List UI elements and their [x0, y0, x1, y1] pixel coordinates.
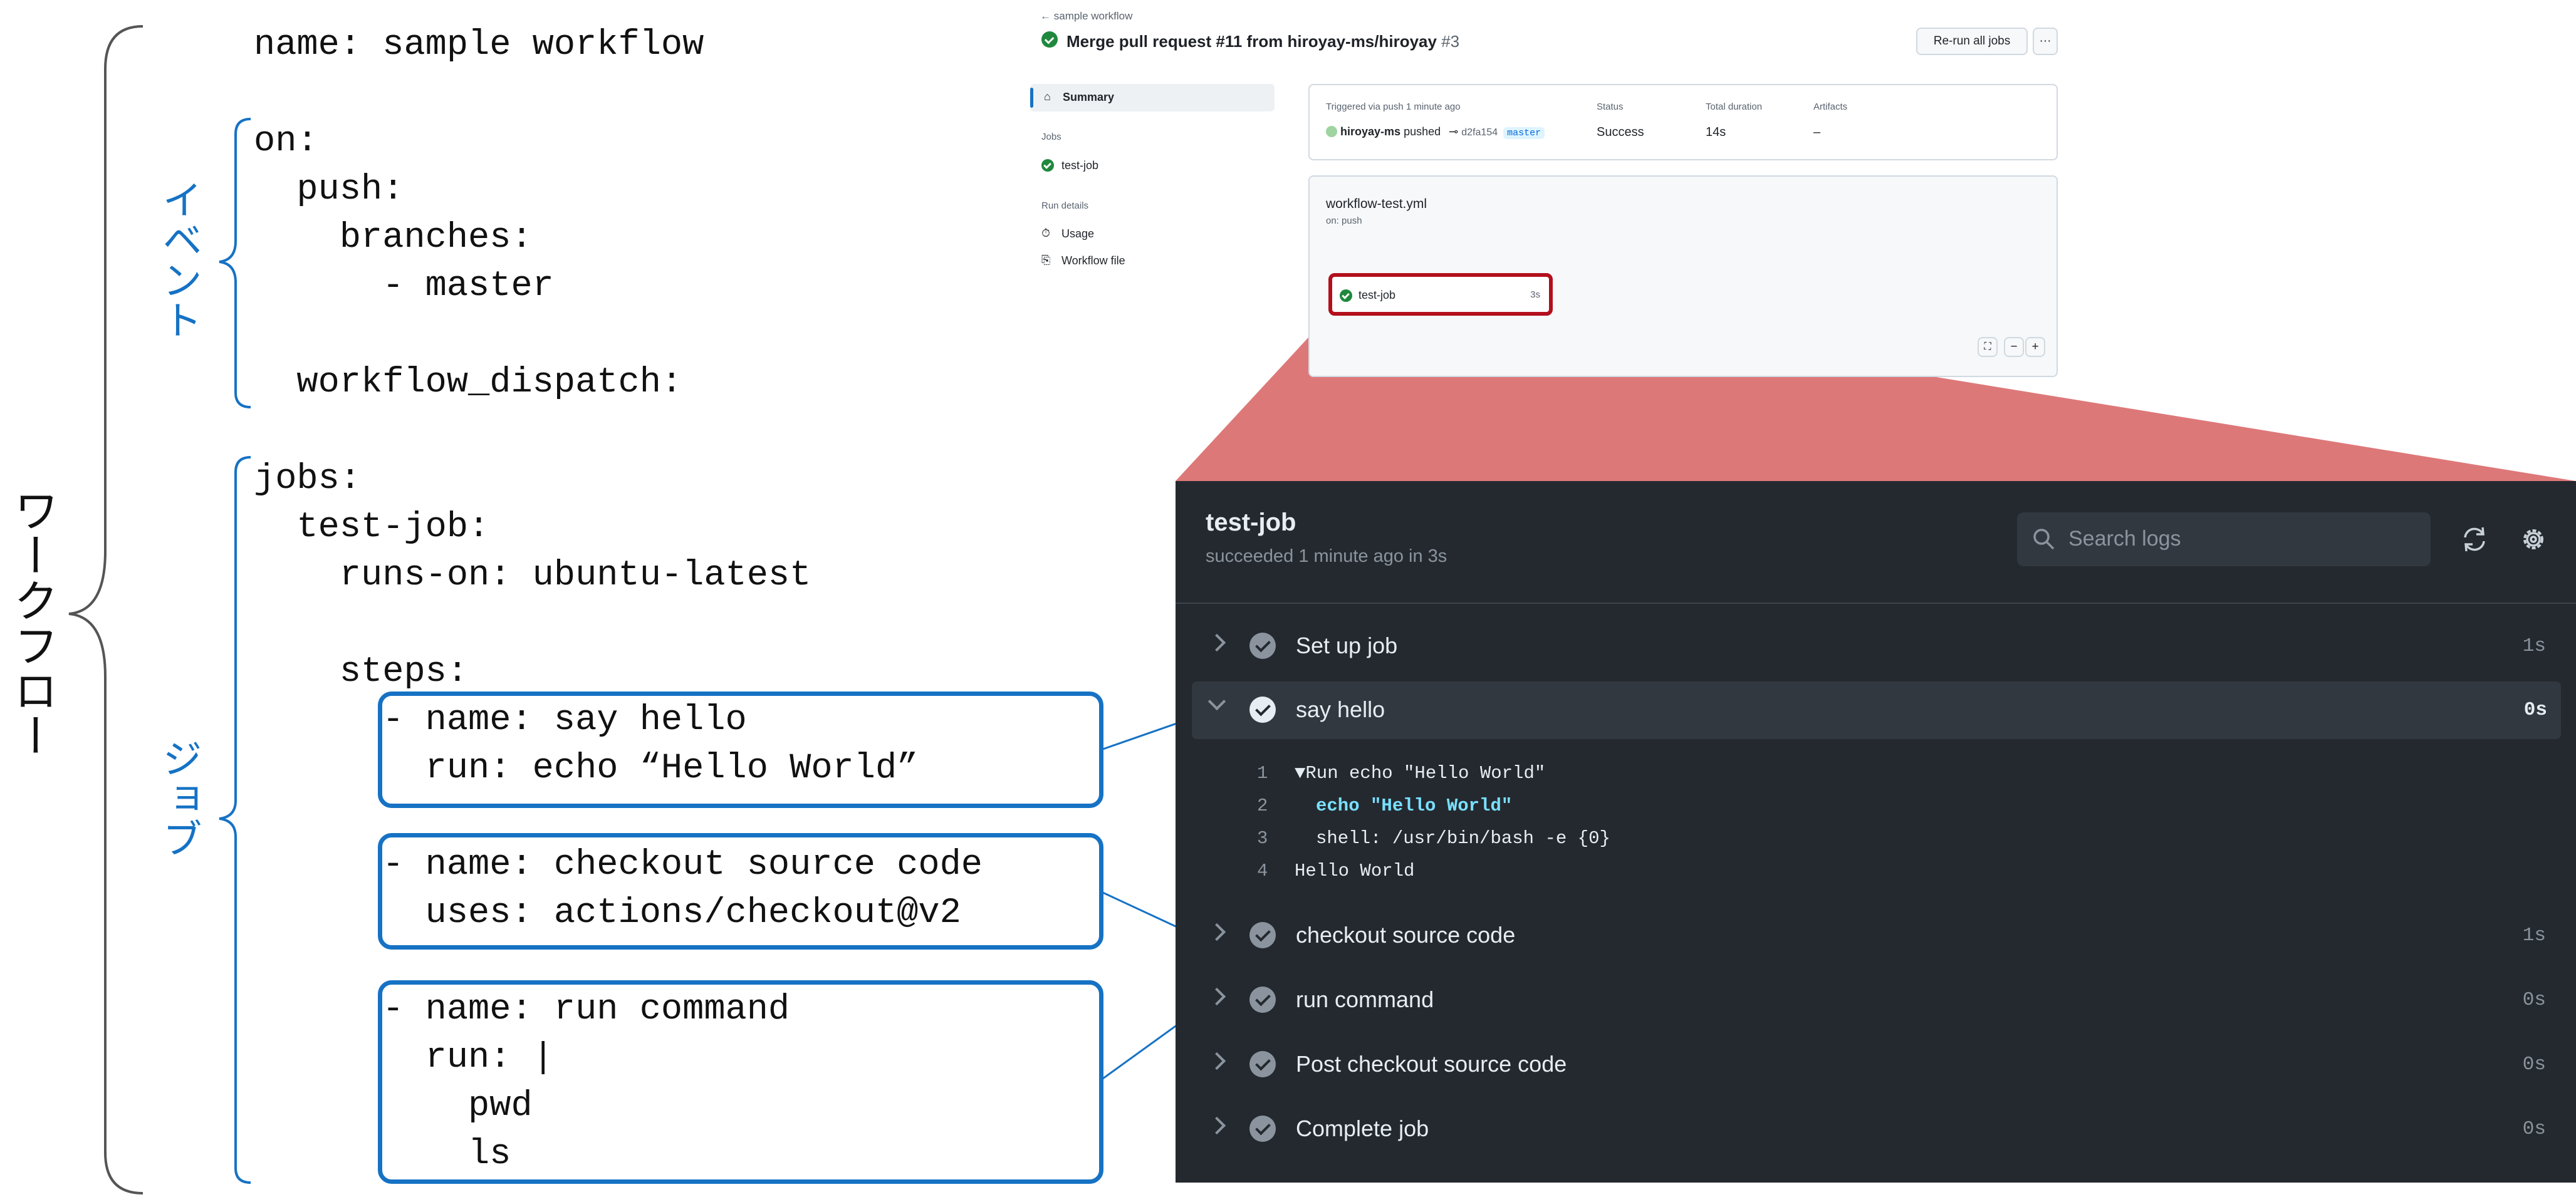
success-icon	[1041, 31, 1058, 48]
yaml-line: jobs:	[254, 459, 362, 499]
yaml-line: test-job:	[254, 507, 490, 547]
log-line[interactable]: shell: /usr/bin/bash -e {0}	[1316, 828, 1610, 849]
yaml-line: run: echo “Hello World”	[254, 749, 919, 789]
yaml-line: - name: run command	[254, 990, 790, 1030]
back-link[interactable]: ← sample workflow	[1040, 10, 1132, 23]
sidebar-item-workflow-file[interactable]: Workflow file	[1061, 254, 1125, 267]
commit-icon: ⊸	[1449, 125, 1459, 138]
yaml-line: steps:	[254, 652, 469, 692]
job-success-icon	[1340, 289, 1352, 302]
log-line-number: 3	[1257, 828, 1268, 849]
zoom-out-button[interactable]: −	[2004, 337, 2024, 357]
yaml-line: - name: say hello	[254, 700, 747, 740]
yaml-code: name: sample workflow on: push: branches…	[0, 0, 1178, 1202]
fullscreen-button[interactable]: ⛶	[1978, 337, 1998, 357]
job-log-panel: test-job succeeded 1 minute ago in 3s Se…	[1176, 481, 2576, 1183]
commit-link[interactable]: d2fa154	[1461, 127, 1498, 138]
log-step-post-checkout[interactable]: Post checkout source code 0s	[1176, 1036, 2576, 1094]
avatar	[1326, 126, 1337, 137]
check-circle-icon	[1249, 633, 1276, 659]
chevron-right-icon	[1207, 633, 1226, 652]
duration-label: Total duration	[1706, 101, 1763, 112]
graph-job-node[interactable]: test-job 3s	[1328, 273, 1553, 316]
log-line-number: 4	[1257, 861, 1268, 881]
yaml-line: branches:	[254, 218, 533, 258]
jobs-heading: Jobs	[1041, 132, 1061, 142]
yaml-line: runs-on: ubuntu-latest	[254, 556, 811, 596]
log-step-say-hello[interactable]: say hello 0s	[1192, 681, 2561, 739]
job-title: test-job	[1206, 509, 1296, 536]
rerun-all-jobs-button[interactable]: Re-run all jobs	[1916, 28, 2028, 55]
search-icon	[2033, 529, 2055, 550]
yaml-line: name: sample workflow	[254, 25, 704, 65]
run-title: Merge pull request #11 from hiroyay-ms/h…	[1066, 32, 1460, 51]
chevron-down-icon	[1207, 692, 1226, 711]
workflow-graph-card: workflow-test.yml on: push test-job 3s ⛶…	[1308, 175, 2058, 377]
artifacts-label: Artifacts	[1813, 101, 1848, 112]
chevron-right-icon	[1207, 1052, 1226, 1070]
yaml-line: run: |	[254, 1038, 554, 1078]
artifacts-value: –	[1813, 125, 1821, 139]
yaml-line: on:	[254, 122, 318, 162]
yaml-line: workflow_dispatch:	[254, 363, 683, 403]
yaml-line: ls	[254, 1134, 511, 1174]
yaml-line: pwd	[254, 1086, 533, 1126]
log-line-number: 2	[1257, 795, 1268, 816]
arrow-left-icon: ←	[1040, 10, 1054, 22]
yaml-line: - master	[254, 266, 554, 306]
file-icon: ⎘	[1041, 254, 1051, 266]
search-logs-input[interactable]: Search logs	[2017, 512, 2431, 566]
run-number: #3	[1441, 32, 1460, 51]
more-options-button[interactable]: ···	[2033, 28, 2058, 55]
push-info: hiroyay-ms pushed ⊸ d2fa154 master	[1326, 125, 1545, 139]
actor-link[interactable]: hiroyay-ms	[1340, 125, 1400, 138]
sidebar-item-summary[interactable]: ⌂ Summary	[1030, 84, 1275, 111]
workflow-file-name: workflow-test.yml	[1326, 197, 1427, 211]
log-line-number: 1	[1257, 763, 1268, 784]
refresh-icon[interactable]	[2460, 525, 2489, 554]
gear-icon[interactable]	[2519, 525, 2548, 554]
workflow-trigger: on: push	[1326, 215, 1362, 226]
trigger-label: Triggered via push 1 minute ago	[1326, 101, 1461, 112]
zoom-in-button[interactable]: +	[2025, 337, 2045, 357]
home-icon: ⌂	[1044, 90, 1051, 103]
run-info-card: Triggered via push 1 minute ago hiroyay-…	[1308, 84, 2058, 160]
job-status: succeeded 1 minute ago in 3s	[1206, 546, 1447, 566]
log-line[interactable]: Hello World	[1295, 861, 1414, 881]
sidebar-item-test-job[interactable]: test-job	[1061, 159, 1098, 172]
check-circle-icon	[1249, 987, 1276, 1013]
header-divider	[1176, 603, 2576, 604]
check-circle-icon	[1249, 922, 1276, 948]
duration-value: 14s	[1706, 125, 1726, 139]
check-circle-icon	[1249, 697, 1276, 723]
yaml-line: uses: actions/checkout@v2	[254, 893, 961, 933]
branch-badge[interactable]: master	[1503, 127, 1545, 139]
check-circle-icon	[1249, 1116, 1276, 1142]
status-label: Status	[1597, 101, 1624, 112]
yaml-line: push:	[254, 170, 404, 210]
chevron-right-icon	[1207, 987, 1226, 1006]
chevron-right-icon	[1207, 923, 1226, 941]
run-details-heading: Run details	[1041, 200, 1089, 211]
status-value: Success	[1597, 125, 1644, 139]
log-step-checkout-source-code[interactable]: checkout source code 1s	[1176, 907, 2576, 965]
log-step-set-up-job[interactable]: Set up job 1s	[1176, 618, 2576, 675]
graph-job-duration: 3s	[1530, 289, 1540, 300]
log-step-complete-job[interactable]: Complete job 0s	[1176, 1101, 2576, 1158]
sidebar-item-usage[interactable]: Usage	[1061, 227, 1094, 241]
check-circle-icon	[1249, 1051, 1276, 1077]
stopwatch-icon: ⏱	[1041, 227, 1051, 239]
job-success-icon	[1041, 159, 1054, 172]
yaml-line: - name: checkout source code	[254, 845, 983, 885]
run-summary-page: ← sample workflow Merge pull request #11…	[1021, 0, 2074, 401]
chevron-right-icon	[1207, 1116, 1226, 1135]
log-step-run-command[interactable]: run command 0s	[1176, 971, 2576, 1029]
log-line[interactable]: echo "Hello World"	[1316, 795, 1512, 816]
log-line[interactable]: ▼Run echo "Hello World"	[1295, 763, 1545, 784]
